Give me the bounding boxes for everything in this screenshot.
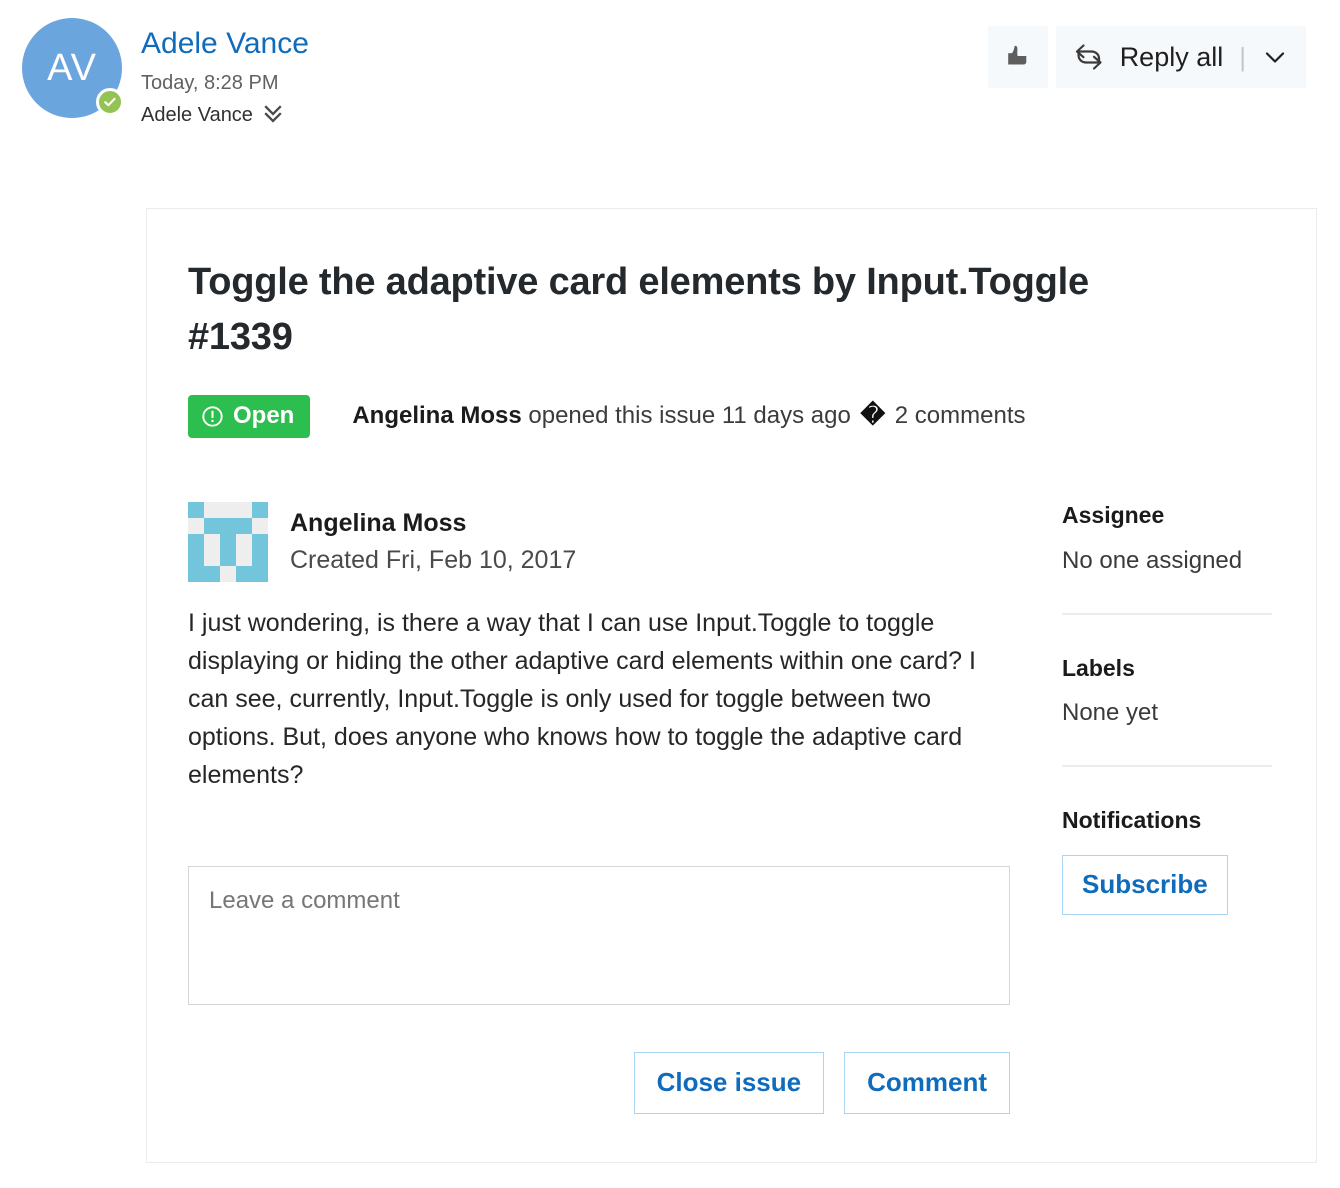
recipients-label: Adele Vance	[141, 103, 253, 126]
thumbs-up-icon	[1001, 40, 1035, 74]
issue-body-grid: Angelina Moss Created Fri, Feb 10, 2017 …	[188, 502, 1272, 1115]
comment-header: Angelina Moss Created Fri, Feb 10, 2017	[188, 502, 1010, 583]
recipients-row[interactable]: Adele Vance	[141, 103, 309, 127]
comment-form: Close issue Comment	[188, 866, 1010, 1115]
issue-main-column: Angelina Moss Created Fri, Feb 10, 2017 …	[188, 502, 1010, 1115]
status-badge-label: Open	[233, 402, 295, 430]
issue-open-icon	[201, 405, 224, 428]
reply-all-label: Reply all	[1119, 41, 1224, 72]
comment-button[interactable]: Comment	[844, 1052, 1010, 1115]
issue-sidebar: Assignee No one assigned Labels None yet…	[1010, 502, 1272, 1114]
comment-input[interactable]	[188, 866, 1010, 1006]
sidebar-divider	[1062, 764, 1272, 767]
meta-separator-glyph: �	[860, 402, 886, 430]
identicon-avatar	[188, 502, 268, 583]
presence-available-icon	[96, 88, 124, 116]
chevron-down-icon[interactable]	[1262, 44, 1288, 70]
avatar: AV	[22, 18, 124, 118]
sender-block: Adele Vance Today, 8:28 PM Adele Vance	[141, 26, 309, 127]
assignee-value: No one assigned	[1062, 546, 1243, 574]
comment-body-text: I just wondering, is there a way that I …	[188, 609, 976, 790]
sidebar-divider	[1062, 612, 1272, 615]
mail-actions: Reply all |	[987, 26, 1306, 88]
sidebar-section-notifications: Notifications Subscribe	[1062, 807, 1272, 915]
comment-form-actions: Close issue Comment	[188, 1052, 1010, 1115]
issue-card: Toggle the adaptive card elements by Inp…	[146, 208, 1317, 1163]
subscribe-button[interactable]: Subscribe	[1062, 854, 1228, 915]
comment-created-date: Created Fri, Feb 10, 2017	[290, 545, 577, 574]
comment-author-block: Angelina Moss Created Fri, Feb 10, 2017	[290, 508, 576, 576]
sidebar-section-labels: Labels None yet	[1062, 655, 1272, 728]
reply-all-icon	[1072, 40, 1106, 74]
sender-name[interactable]: Adele Vance	[141, 26, 309, 62]
assignee-title: Assignee	[1062, 502, 1165, 529]
issue-comments-count: 2 comments	[888, 402, 1026, 430]
sidebar-section-assignee: Assignee No one assigned	[1062, 502, 1272, 575]
issue-author: Angelina Moss	[352, 402, 522, 430]
issue-title: Toggle the adaptive card elements by Inp…	[188, 261, 1089, 359]
labels-title: Labels	[1062, 654, 1135, 681]
issue-meta-text: Angelina Moss opened this issue 11 days …	[352, 402, 1025, 431]
labels-value: None yet	[1062, 699, 1159, 727]
action-separator: |	[1239, 41, 1246, 72]
close-issue-button[interactable]: Close issue	[633, 1052, 825, 1115]
like-button[interactable]	[987, 26, 1048, 88]
reply-all-button[interactable]: Reply all |	[1055, 26, 1306, 88]
issue-action-text: opened this issue 11 days ago	[521, 402, 858, 430]
status-badge: Open	[188, 395, 311, 439]
comment-author-name: Angelina Moss	[290, 509, 467, 538]
chevron-double-down-icon[interactable]	[263, 103, 283, 127]
sent-timestamp: Today, 8:28 PM	[141, 72, 279, 94]
mail-header: AV Adele Vance Today, 8:28 PM Adele Vanc…	[0, 0, 1340, 170]
notifications-title: Notifications	[1062, 806, 1202, 833]
issue-meta-row: Open Angelina Moss opened this issue 11 …	[188, 395, 1272, 439]
